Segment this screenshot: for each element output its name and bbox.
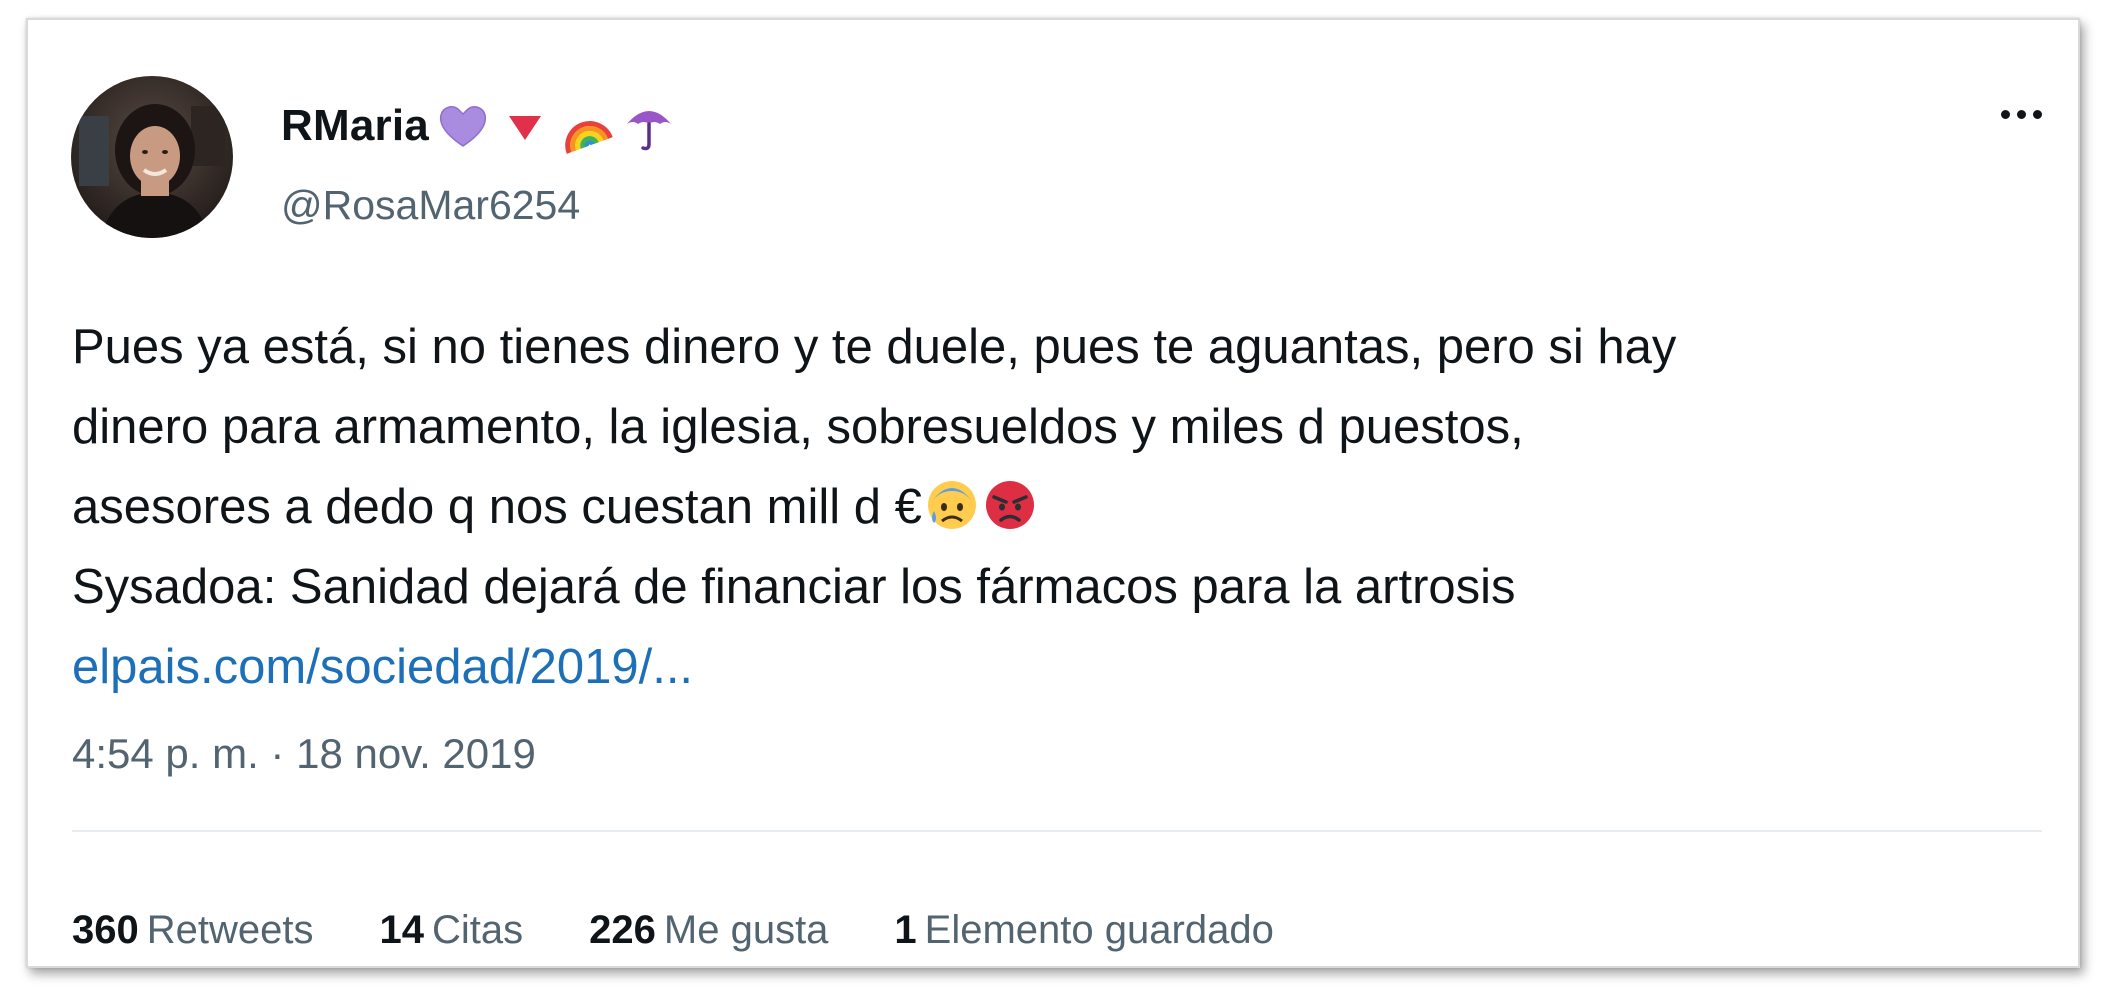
tweet-text-fragment: asesores a dedo q nos cuestan mill d € [72,480,922,534]
dot [2001,110,2010,119]
tweet-stats: 360 Retweets 14 Citas 226 Me gusta 1 Element… [72,908,1274,953]
bookmarks-count: 1 [894,908,917,952]
anxious-face-with-sweat-icon [927,481,976,529]
article-link[interactable]: elpais.com/sociedad/2019/... [72,640,693,694]
bookmarks-label: Elemento guardado [924,908,1274,952]
angry-face-icon [985,481,1034,529]
retweets-label: Retweets [146,908,314,952]
display-name-row[interactable]: RMaria [281,98,677,154]
dot [2017,110,2026,119]
rainbow-icon [565,121,613,154]
divider [72,830,2042,832]
red-triangle-down-icon [508,116,541,140]
likes-count: 226 [589,908,656,952]
likes-label: Me gusta [663,908,829,952]
tweet-text-line: Pues ya está, si no tienes dinero y te d… [72,320,1677,374]
tweet-card: RMaria @RosaMar6254 Pues ya está, si no … [26,18,2080,968]
user-handle[interactable]: @RosaMar6254 [281,182,580,229]
retweets-count: 360 [72,908,139,952]
tweet-text: Pues ya está, si no tienes dinero y te d… [72,307,2062,707]
page: RMaria @RosaMar6254 Pues ya está, si no … [0,0,2107,1008]
quotes-label: Citas [432,908,524,952]
quotes-count: 14 [379,908,425,952]
tweet-text-line: dinero para armamento, la iglesia, sobre… [72,400,1524,454]
umbrella-icon [626,111,671,151]
likes-stat[interactable]: 226 Me gusta [589,908,828,953]
bookmarks-stat[interactable]: 1 Elemento guardado [894,908,1273,953]
dot [2033,110,2042,119]
display-name[interactable]: RMaria [281,101,429,151]
purple-heart-icon [439,106,487,147]
tweet-text-line: Sysadoa: Sanidad dejará de financiar los… [72,560,1516,614]
tweet-timestamp[interactable]: 4:54 p. m. · 18 nov. 2019 [72,730,536,778]
retweets-stat[interactable]: 360 Retweets [72,908,314,953]
more-options-icon[interactable] [2001,110,2042,119]
tweet-text-line-with-emoji: asesores a dedo q nos cuestan mill d € [72,467,2062,547]
avatar[interactable] [71,76,233,238]
quotes-stat[interactable]: 14 Citas [380,908,524,953]
